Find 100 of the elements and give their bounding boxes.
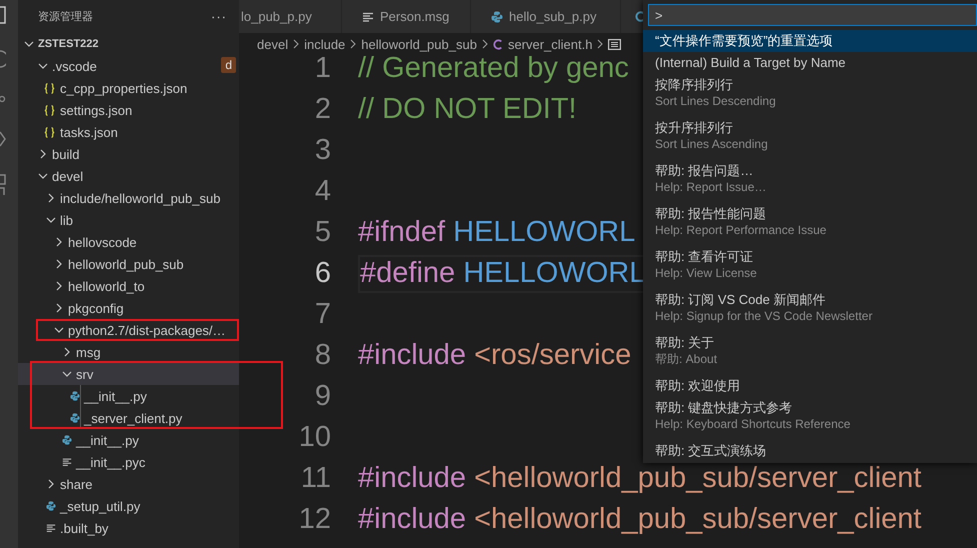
- breadcrumb-item[interactable]: include: [304, 36, 346, 52]
- tree-item[interactable]: c_cpp_properties.json: [18, 77, 239, 99]
- tree-item[interactable]: python2.7/dist-packages/…: [18, 319, 239, 341]
- command-item[interactable]: 帮助: 订阅 VS Code 新闻邮件 Help: Signup for the VS Code Newsletter: [643, 289, 977, 332]
- tree-item[interactable]: _setup_util.py: [18, 495, 239, 517]
- command-item[interactable]: 按升序排列行 Sort Lines Ascending: [643, 117, 977, 160]
- line-number: 5: [314, 216, 331, 249]
- play-icon[interactable]: [0, 130, 6, 148]
- tree-item[interactable]: tasks.json: [18, 121, 239, 143]
- braces-icon: [44, 126, 55, 138]
- command-label: 帮助: 报告问题…: [655, 162, 754, 179]
- tree-item[interactable]: helloworld_pub_sub: [18, 253, 239, 275]
- lines-icon: [62, 457, 72, 467]
- command-label: 按降序排列行: [655, 76, 734, 93]
- line-number: 10: [298, 421, 331, 454]
- command-detail: Help: View License: [655, 265, 758, 282]
- files-icon[interactable]: [0, 6, 6, 24]
- command-item[interactable]: (Internal) Build a Target by Name: [643, 52, 977, 74]
- command-detail: Help: Signup for the VS Code Newsletter: [655, 308, 874, 325]
- chevron-icon: [596, 39, 604, 49]
- lines-icon: [46, 523, 56, 533]
- command-label: 帮助: 订阅 VS Code 新闻邮件: [655, 291, 826, 308]
- tree-item[interactable]: devel: [18, 165, 239, 187]
- branch-icon[interactable]: [0, 94, 6, 104]
- symbol-icon: [608, 38, 622, 50]
- command-input[interactable]: >: [648, 4, 977, 26]
- command-item[interactable]: “文件操作需要预览”的重置选项: [643, 30, 977, 52]
- find-badge: d: [221, 57, 236, 73]
- chevron-icon: [480, 39, 489, 49]
- line-number: 3: [314, 134, 331, 167]
- line-number: 9: [314, 380, 331, 413]
- command-detail: Help: Report Performance Issue: [655, 222, 828, 239]
- braces-icon: [44, 104, 55, 116]
- breadcrumb-item[interactable]: server_client.h: [492, 36, 592, 52]
- tree-item[interactable]: share: [18, 473, 239, 495]
- editor-tab[interactable]: hello_sub_p.py: [471, 0, 621, 33]
- code-line: #include <helloworld_pub_sub/server_client: [358, 505, 922, 534]
- command-label: 帮助: 欢迎使用: [655, 377, 742, 394]
- command-label: “文件操作需要预览”的重置选项: [655, 32, 834, 49]
- tree-item[interactable]: .vscode d: [18, 55, 239, 77]
- tree-item[interactable]: __init__.py: [18, 385, 239, 407]
- breadcrumb-item[interactable]: devel: [257, 36, 288, 52]
- command-label: 帮助: 查看许可证: [655, 248, 754, 265]
- breadcrumb-item[interactable]: helloworld_pub_sub: [361, 36, 477, 52]
- tree-item[interactable]: build: [18, 143, 239, 165]
- command-label: 帮助: 报告性能问题: [655, 205, 768, 222]
- command-detail: Help: Keyboard Shortcuts Reference: [655, 416, 852, 433]
- tree-item[interactable]: srv: [18, 363, 239, 385]
- command-item[interactable]: 帮助: 欢迎使用: [643, 375, 977, 397]
- command-item[interactable]: 帮助: 报告性能问题 Help: Report Performance Issue: [643, 203, 977, 246]
- c-file-icon: [635, 11, 644, 22]
- code-line: // DO NOT EDIT!: [358, 95, 577, 124]
- command-label: 帮助: 键盘快捷方式参考: [655, 399, 794, 416]
- code-line: #define HELLOWORL: [360, 259, 646, 288]
- c-file-icon: [492, 38, 502, 50]
- tree-item[interactable]: include/helloworld_pub_sub: [18, 187, 239, 209]
- tree-item[interactable]: pkgconfig: [18, 297, 239, 319]
- line-number: 12: [298, 503, 331, 536]
- lines-icon: [362, 12, 374, 22]
- command-item[interactable]: 帮助: 键盘快捷方式参考 Help: Keyboard Shortcuts Reference: [643, 397, 977, 440]
- tree-item[interactable]: __init__.pyc: [18, 451, 239, 473]
- tree-item[interactable]: lib: [18, 209, 239, 231]
- tree-item[interactable]: settings.json: [18, 99, 239, 121]
- line-number: 4: [314, 175, 331, 208]
- python-icon: [70, 412, 80, 424]
- command-item[interactable]: 帮助: 查看许可证 Help: View License: [643, 246, 977, 289]
- braces-icon: [44, 82, 55, 94]
- command-label: (Internal) Build a Target by Name: [655, 54, 847, 71]
- tree-item[interactable]: ZSTEST222: [18, 33, 239, 55]
- tree-item[interactable]: __init__.py: [18, 429, 239, 451]
- line-number: 1: [314, 52, 331, 85]
- command-label: 按升序排列行: [655, 119, 734, 136]
- chevron-icon: [349, 39, 358, 49]
- command-detail: Help: Report Issue…: [655, 179, 768, 196]
- command-item[interactable]: 按降序排列行 Sort Lines Descending: [643, 74, 977, 117]
- command-item[interactable]: 帮助: 报告问题… Help: Report Issue…: [643, 160, 977, 203]
- editor-tab[interactable]: Person.msg: [342, 0, 471, 33]
- python-icon: [46, 500, 56, 512]
- code-line: // Generated by genc: [358, 54, 629, 83]
- editor-tab[interactable]: lo_pub_p.py: [239, 0, 342, 33]
- command-detail: Sort Lines Descending: [655, 93, 777, 110]
- search-icon[interactable]: [0, 50, 6, 68]
- chevron-icon: [292, 39, 300, 49]
- tree-item[interactable]: _server_client.py: [18, 407, 239, 429]
- command-label: 帮助: 关于: [655, 334, 716, 351]
- tree-item[interactable]: helloworld_to: [18, 275, 239, 297]
- command-detail: 帮助: About: [655, 351, 718, 368]
- tree-item[interactable]: .built_by: [18, 517, 239, 539]
- tree-item[interactable]: msg: [18, 341, 239, 363]
- tree-item[interactable]: hellovscode: [18, 231, 239, 253]
- more-button[interactable]: ···: [211, 9, 227, 24]
- line-number: 2: [314, 93, 331, 126]
- line-number: 11: [300, 462, 331, 495]
- code-line: #include <ros/service: [358, 341, 632, 370]
- extensions-icon[interactable]: [0, 174, 6, 196]
- command-detail: Sort Lines Ascending: [655, 136, 769, 153]
- command-item[interactable]: 帮助: 交互式演练场: [643, 440, 977, 460]
- command-item[interactable]: 帮助: 关于 帮助: About: [643, 332, 977, 375]
- sidebar-title: 资源管理器: [38, 10, 93, 24]
- line-number: 8: [314, 339, 331, 372]
